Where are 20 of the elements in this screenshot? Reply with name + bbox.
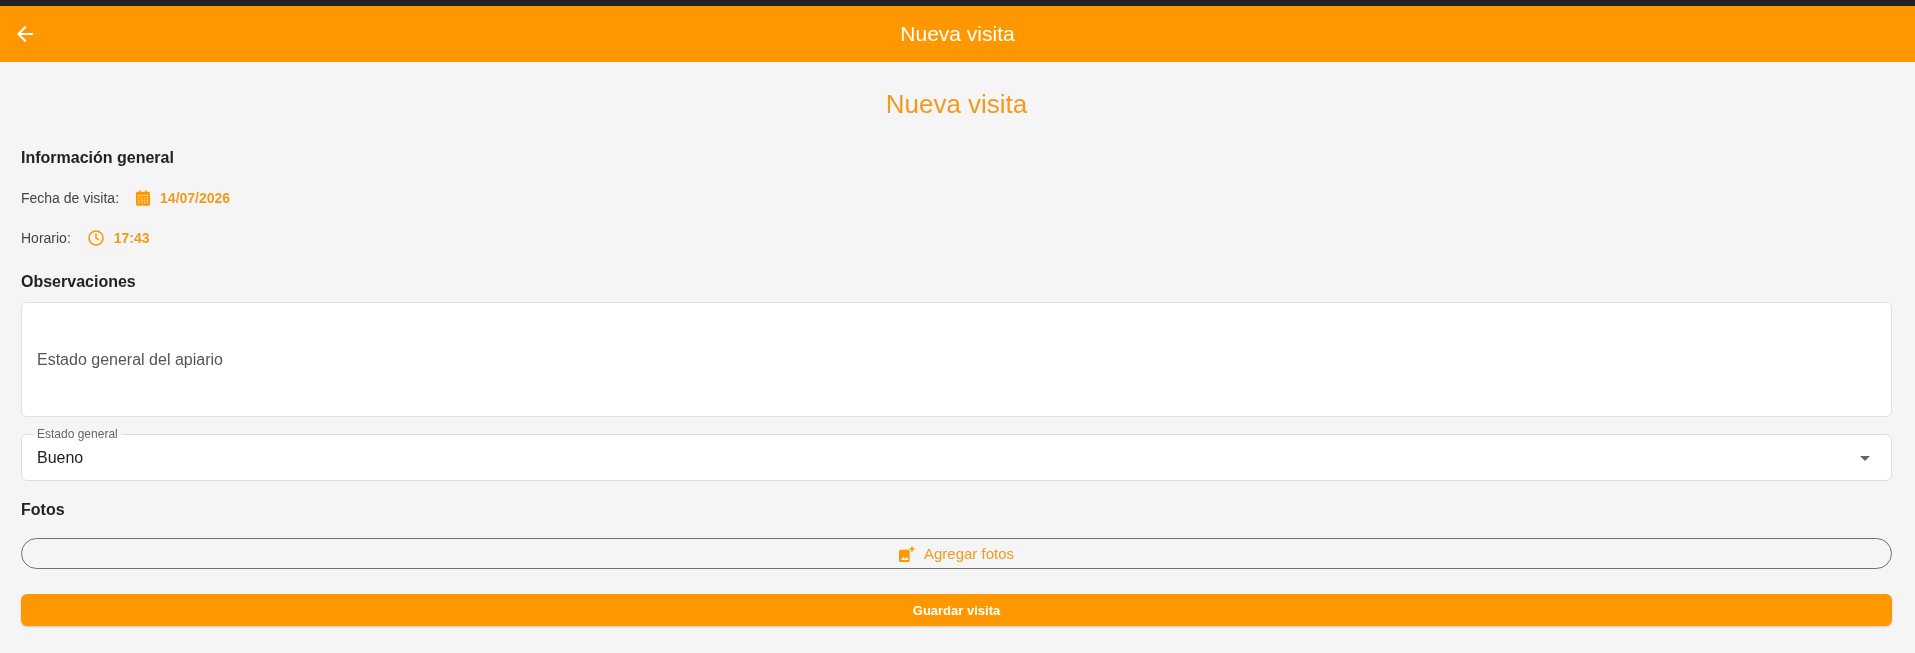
page-title: Nueva visita	[885, 88, 1028, 120]
back-button[interactable]	[17, 26, 33, 42]
app-bar-title: Nueva visita	[900, 21, 1015, 47]
dropdown-caret-icon	[1860, 455, 1870, 461]
date-picker-button[interactable]: 14/07/2026	[136, 189, 231, 207]
field-label: Fecha de visita:	[21, 189, 120, 207]
floating-label: Estado general	[36, 427, 119, 441]
save-visit-button[interactable]: Guardar visita	[21, 594, 1892, 626]
back-arrow-icon	[17, 26, 33, 42]
field-label: Horario:	[21, 229, 71, 247]
state-select[interactable]: Estado general Bueno	[21, 427, 1892, 481]
section-heading: Observaciones	[21, 272, 136, 292]
observations-field[interactable]: Estado general del apiario	[21, 302, 1892, 417]
section-heading: Fotos	[21, 500, 65, 520]
section-heading: Información general	[21, 148, 174, 168]
time-picker-button[interactable]: 17:43	[87, 229, 150, 247]
selected-value: Bueno	[37, 448, 84, 468]
clock-icon	[87, 230, 104, 246]
calendar-icon	[136, 190, 151, 206]
add-photo-icon	[898, 545, 915, 562]
